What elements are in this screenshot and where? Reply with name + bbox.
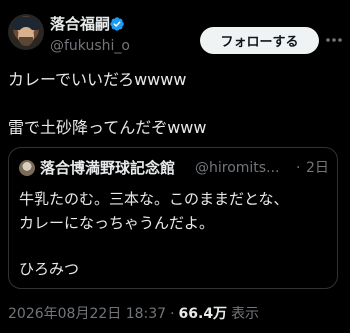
more-options-icon[interactable] bbox=[324, 30, 344, 50]
quote-text-line: カレーになっちゃうんだよ。 bbox=[19, 214, 215, 232]
author-handle[interactable]: @fukushi_o bbox=[50, 37, 130, 55]
tweet: 落合福嗣 @fukushi_o フォローする カレーでいいだろwwww 雷で土砂… bbox=[0, 0, 350, 333]
author-avatar[interactable] bbox=[8, 14, 44, 50]
meta-separator: · bbox=[170, 306, 175, 322]
verified-badge-icon bbox=[110, 17, 124, 31]
quote-text-line: ひろみつ bbox=[19, 260, 80, 278]
quote-author-avatar bbox=[19, 160, 35, 176]
quote-text-line: 牛乳たのむ。三本な。このままだとな、 bbox=[19, 190, 289, 208]
quote-timestamp: 2日 bbox=[306, 160, 329, 176]
quote-author-display-name: 落合博満野球記念館 bbox=[40, 159, 176, 177]
view-count-label: 表示 bbox=[231, 306, 260, 322]
tweet-timestamp[interactable]: 2026年08月22日 18:37 bbox=[8, 305, 166, 323]
avatar-beard bbox=[19, 37, 33, 46]
quote-separator: · bbox=[296, 160, 301, 176]
view-count: 66.4万 bbox=[178, 306, 228, 322]
tweet-text-line: 雷で土砂降ってんだぞwww bbox=[8, 118, 207, 137]
quote-tweet-card[interactable]: 落合博満野球記念館 @hiromits... · 2日 牛乳たのむ。三本な。この… bbox=[8, 147, 338, 289]
follow-button[interactable]: フォローする bbox=[200, 27, 319, 54]
tweet-text-line: カレーでいいだろwwww bbox=[8, 70, 187, 89]
quote-author-handle: @hiromits... bbox=[195, 160, 280, 176]
author-display-name[interactable]: 落合福嗣 bbox=[50, 14, 110, 34]
tweet-meta: 2026年08月22日 18:37 · 66.4万 表示 bbox=[8, 305, 259, 323]
